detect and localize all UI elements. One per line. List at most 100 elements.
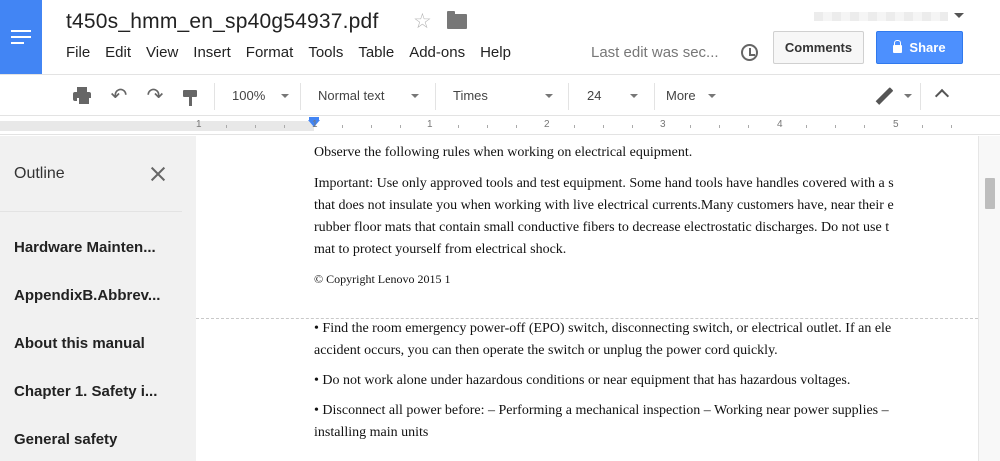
menu-help[interactable]: Help [480, 44, 511, 61]
ruler-number: 3 [660, 119, 666, 130]
docs-home-button[interactable] [0, 0, 42, 74]
ruler-tick [719, 125, 720, 128]
document-line: • Do not work alone under hazardous cond… [314, 373, 851, 388]
document-line: mat to protect yourself from electrical … [314, 242, 567, 257]
menu-table[interactable]: Table [358, 44, 394, 61]
page-break [196, 318, 978, 319]
ruler-tick [487, 125, 488, 128]
ruler-number: 2 [544, 119, 550, 130]
chevron-down-icon[interactable] [954, 13, 964, 18]
paragraph-style-select[interactable]: Normal text [318, 88, 384, 103]
menu-addons[interactable]: Add-ons [409, 44, 465, 61]
ruler-tick [516, 125, 517, 128]
document-page[interactable]: Observe the following rules when working… [196, 136, 978, 461]
folder-icon[interactable] [447, 11, 467, 29]
font-select[interactable]: Times [453, 88, 488, 103]
chevron-up-icon[interactable] [934, 88, 950, 104]
ruler-tick [226, 125, 227, 128]
toolbar-divider [920, 83, 921, 110]
outline-item[interactable]: Chapter 1. Safety i... [14, 383, 184, 400]
ruler-tick [690, 125, 691, 128]
document-line: that does not insulate you when working … [314, 198, 894, 213]
chevron-down-icon [281, 94, 289, 98]
ruler-number: 1 [427, 119, 433, 130]
outline-item[interactable]: Hardware Mainten... [14, 239, 184, 256]
ruler-margin [0, 121, 314, 131]
last-edit-status[interactable]: Last edit was sec... [591, 44, 719, 61]
menu-tools[interactable]: Tools [308, 44, 343, 61]
ruler-tick [284, 125, 285, 128]
outline-item[interactable]: General safety [14, 431, 184, 448]
ruler-tick [835, 125, 836, 128]
ruler-number: 1 [312, 119, 318, 130]
ruler-tick [748, 125, 749, 128]
menu-file[interactable]: File [66, 44, 90, 61]
ruler-tick [255, 125, 256, 128]
toolbar-divider [654, 83, 655, 110]
ruler-number: 5 [893, 119, 899, 130]
pencil-icon[interactable] [874, 86, 896, 106]
docs-menu-icon [11, 30, 31, 44]
ruler-tick [458, 125, 459, 128]
toolbar-divider [214, 83, 215, 110]
vertical-scrollbar[interactable] [978, 136, 1000, 461]
chevron-down-icon [545, 94, 553, 98]
document-line: rubber floor mats that contain small con… [314, 220, 890, 235]
document-line: Important: Use only approved tools and t… [314, 176, 894, 191]
outline-item[interactable]: About this manual [14, 335, 184, 352]
document-line: installing main units [314, 425, 429, 440]
ruler-number: 4 [777, 119, 783, 130]
ruler-tick [922, 125, 923, 128]
account-name[interactable] [814, 12, 948, 21]
copyright-line: © Copyright Lenovo 2015 1 [314, 272, 451, 286]
share-button[interactable]: Share [876, 31, 963, 64]
outline-item[interactable]: AppendixB.Abbrev... [14, 287, 184, 304]
ruler-tick [371, 125, 372, 128]
comments-button[interactable]: Comments [773, 31, 864, 64]
document-line: Observe the following rules when working… [314, 145, 693, 160]
document-line: • Disconnect all power before: – Perform… [314, 403, 889, 418]
ruler-tick [864, 125, 865, 128]
star-icon[interactable]: ☆ [413, 9, 432, 34]
ruler-tick [603, 125, 604, 128]
formatting-toolbar: ↶ ↷ 100% Normal text Times 24 More [0, 74, 1000, 116]
menu-insert[interactable]: Insert [193, 44, 231, 61]
zoom-select[interactable]: 100% [232, 88, 265, 103]
chevron-down-icon [630, 94, 638, 98]
toolbar-divider [435, 83, 436, 110]
scrollbar-thumb[interactable] [985, 178, 995, 209]
ruler-tick [574, 125, 575, 128]
outline-divider [0, 211, 182, 212]
share-label: Share [909, 40, 946, 55]
ruler-tick [342, 125, 343, 128]
ruler-tick [806, 125, 807, 128]
menu-edit[interactable]: Edit [105, 44, 131, 61]
paint-format-icon[interactable] [181, 86, 199, 106]
ruler-tick [632, 125, 633, 128]
ruler[interactable]: 1 1 1 2 3 4 5 [0, 117, 1000, 135]
chevron-down-icon[interactable] [904, 94, 912, 98]
chevron-down-icon [708, 94, 716, 98]
printer-icon[interactable] [72, 86, 92, 106]
ruler-number: 1 [196, 119, 202, 130]
redo-icon[interactable]: ↷ [144, 86, 166, 106]
app-header: t450s_hmm_en_sp40g54937.pdf ☆ File Edit … [0, 0, 1000, 74]
document-line: • Find the room emergency power-off (EPO… [314, 321, 892, 336]
ruler-tick [951, 125, 952, 128]
lock-icon [893, 40, 903, 53]
font-size-select[interactable]: 24 [587, 88, 601, 103]
toolbar-divider [568, 83, 569, 110]
menu-view[interactable]: View [146, 44, 178, 61]
close-icon[interactable] [149, 165, 167, 183]
toolbar-divider [300, 83, 301, 110]
menu-bar: File Edit View Insert Format Tools Table… [66, 44, 526, 61]
ruler-tick [400, 125, 401, 128]
document-title[interactable]: t450s_hmm_en_sp40g54937.pdf [66, 10, 378, 34]
menu-format[interactable]: Format [246, 44, 294, 61]
more-button[interactable]: More [666, 88, 696, 103]
outline-title: Outline [14, 165, 65, 182]
history-icon[interactable] [741, 44, 758, 61]
chevron-down-icon [411, 94, 419, 98]
document-line: accident occurs, you can then operate th… [314, 343, 778, 358]
undo-icon[interactable]: ↶ [108, 86, 130, 106]
